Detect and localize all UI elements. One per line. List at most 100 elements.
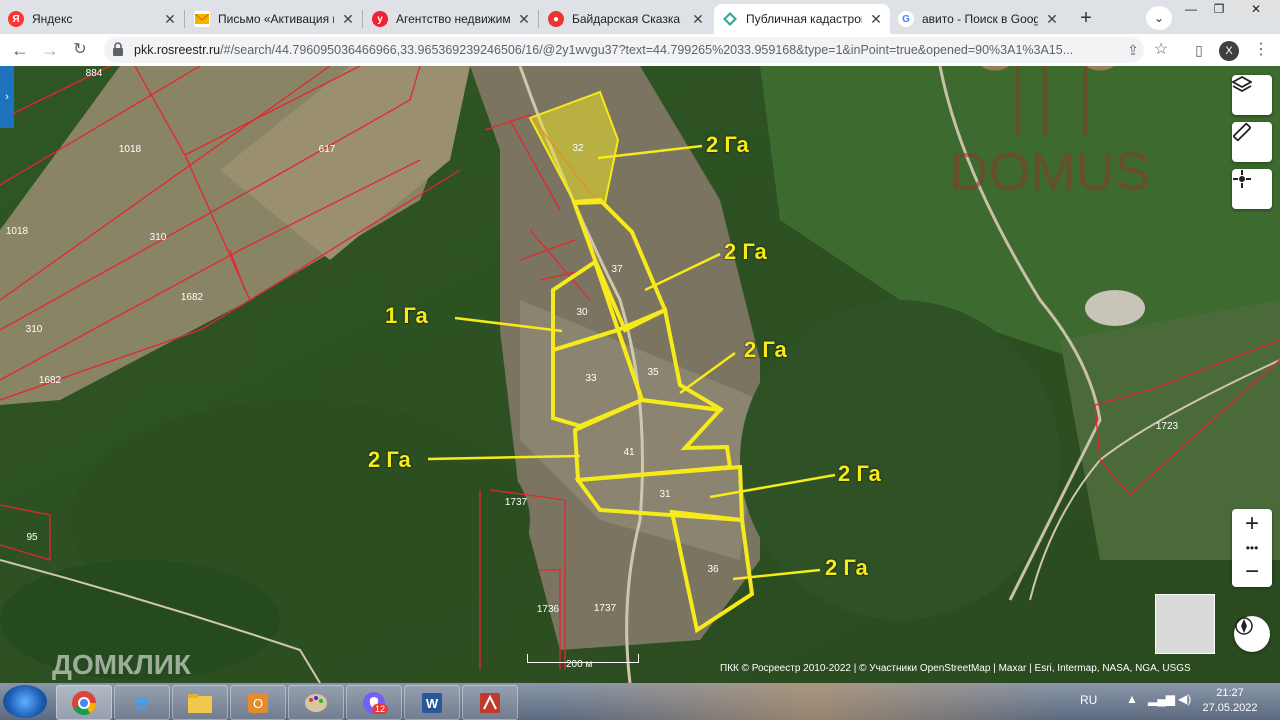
word-taskbar-button[interactable]: W (404, 685, 460, 720)
lock-icon (113, 42, 123, 56)
svg-text:W: W (426, 696, 439, 711)
explorer-taskbar-button[interactable] (172, 685, 228, 720)
volume-icon[interactable]: ◀) (1178, 692, 1191, 706)
parcel-label: 36 (707, 564, 719, 575)
outlook-taskbar-button[interactable]: O (230, 685, 286, 720)
area-annotation: 2 Га (825, 555, 868, 580)
pdf-icon (480, 692, 500, 713)
forward-button[interactable]: → (38, 38, 62, 62)
word-icon: W (422, 692, 442, 713)
ruler-button[interactable] (1232, 122, 1272, 162)
pdf-taskbar-button[interactable] (462, 685, 518, 720)
y-icon: y (372, 11, 388, 27)
palette-icon (305, 693, 327, 712)
tab-agency[interactable]: y Агентство недвижимо ✕ (364, 4, 538, 34)
more-icon[interactable]: ••• (1246, 541, 1259, 555)
parcel-label: 31 (659, 489, 671, 500)
tab-cadastre[interactable]: Публичная кадастрова ✕ (714, 4, 890, 34)
close-window-button[interactable]: ✕ (1236, 0, 1276, 18)
tab-search-button[interactable]: ⌄ (1146, 6, 1172, 30)
clock-date: 27.05.2022 (1202, 702, 1258, 714)
side-panel-icon[interactable]: ▯ (1187, 38, 1211, 62)
layers-button[interactable] (1232, 75, 1272, 115)
svg-text:1018: 1018 (6, 226, 29, 237)
viber-taskbar-button[interactable] (346, 685, 402, 720)
zoom-in-button[interactable]: + (1245, 510, 1259, 538)
url-path: /#/search/44.796095036466966,33.96536923… (220, 43, 1074, 57)
close-icon[interactable]: ✕ (868, 11, 884, 28)
reload-button[interactable]: ↻ (68, 38, 92, 62)
ruler-icon (1233, 123, 1251, 141)
svg-text:617: 617 (319, 144, 336, 155)
restore-button[interactable]: ❐ (1206, 0, 1232, 18)
compass-button[interactable] (1234, 616, 1270, 652)
zoom-out-button[interactable]: − (1245, 558, 1259, 586)
svg-text:1736: 1736 (537, 604, 560, 615)
close-icon[interactable]: ✕ (1044, 11, 1060, 28)
svg-text:310: 310 (150, 232, 167, 243)
svg-text:310: 310 (26, 324, 43, 335)
start-button[interactable] (3, 685, 47, 718)
new-tab-button[interactable]: + (1073, 6, 1099, 30)
google-icon: G (898, 11, 914, 27)
tab-label: Агентство недвижимо (396, 12, 510, 26)
map-view[interactable]: 32 37 30 35 33 41 31 36 1018 617 310 168… (0, 66, 1280, 683)
address-bar[interactable]: pkk.rosreestr.ru/#/search/44.79609503646… (104, 37, 1144, 63)
tab-baidar[interactable]: ● Байдарская Сказка - ' ✕ (540, 4, 712, 34)
tab-mail[interactable]: Письмо «Активация п ✕ (186, 4, 362, 34)
close-icon[interactable]: ✕ (690, 11, 706, 28)
rosreestr-icon (722, 11, 738, 27)
area-annotation: 2 Га (724, 239, 767, 264)
chrome-icon (72, 690, 96, 715)
parcel-label: 35 (647, 367, 659, 378)
sidebar-toggle[interactable]: › (0, 66, 14, 128)
svg-text:1737: 1737 (594, 603, 617, 614)
locate-button[interactable] (1232, 169, 1272, 209)
tab-label: Публичная кадастрова (746, 12, 862, 26)
tab-google[interactable]: G авито - Поиск в Googl ✕ (890, 4, 1066, 34)
tab-yandex[interactable]: Я Яндекс ✕ (0, 4, 184, 34)
url-host: pkk.rosreestr.ru (134, 43, 221, 57)
parcel-label: 41 (623, 447, 635, 458)
outlook-icon: O (248, 692, 268, 713)
close-icon[interactable]: ✕ (516, 11, 532, 28)
back-button[interactable]: ← (8, 38, 32, 62)
paint-taskbar-button[interactable] (288, 685, 344, 720)
domclick-watermark: ДОМКЛИК (52, 649, 192, 680)
parcel-label: 37 (611, 264, 623, 275)
crosshair-icon (1233, 170, 1251, 188)
scale-label: 200 м (566, 659, 593, 670)
svg-text:1018: 1018 (119, 144, 142, 155)
area-annotation: 1 Га (385, 303, 428, 328)
layers-icon (1232, 75, 1252, 93)
area-annotation: 2 Га (838, 461, 881, 486)
minimize-button[interactable]: — (1178, 0, 1204, 18)
share-icon[interactable]: ⇪ (1121, 38, 1145, 62)
close-icon[interactable]: ✕ (340, 11, 356, 28)
browser-toolbar: ← → ↻ pkk.rosreestr.ru/#/search/44.79609… (0, 34, 1280, 66)
system-clock[interactable]: 21:27 27.05.2022 (1200, 686, 1260, 716)
svg-text:1737: 1737 (505, 497, 528, 508)
bookmark-star-icon[interactable]: ☆ (1149, 38, 1173, 62)
avatar[interactable]: X (1219, 41, 1239, 61)
tray-arrow-icon[interactable]: ▲ (1126, 692, 1138, 706)
network-icon[interactable]: ▂▄▆ (1148, 692, 1175, 706)
folder-icon (188, 693, 212, 713)
close-icon[interactable]: ✕ (162, 11, 178, 28)
url-text: pkk.rosreestr.ru/#/search/44.79609503646… (134, 37, 1114, 63)
lang-indicator[interactable]: RU (1080, 693, 1097, 707)
viber-badge: 12 (372, 704, 389, 714)
parcel-label: 32 (572, 143, 584, 154)
svg-text:O: O (253, 696, 263, 711)
parcel-label: 30 (576, 307, 588, 318)
tab-label: Письмо «Активация п (218, 12, 334, 26)
minimap[interactable] (1155, 594, 1215, 654)
menu-icon[interactable]: ⋮ (1249, 38, 1273, 62)
tab-strip: Я Яндекс ✕ Письмо «Активация п ✕ y Агент… (0, 0, 1280, 34)
yandex-icon: Я (8, 11, 24, 27)
chrome-taskbar-button[interactable] (56, 685, 112, 720)
taskbar-wallpaper (560, 683, 1060, 720)
parcel-label: 33 (585, 373, 597, 384)
ie-taskbar-button[interactable]: e (114, 685, 170, 720)
svg-text:884: 884 (86, 68, 103, 79)
